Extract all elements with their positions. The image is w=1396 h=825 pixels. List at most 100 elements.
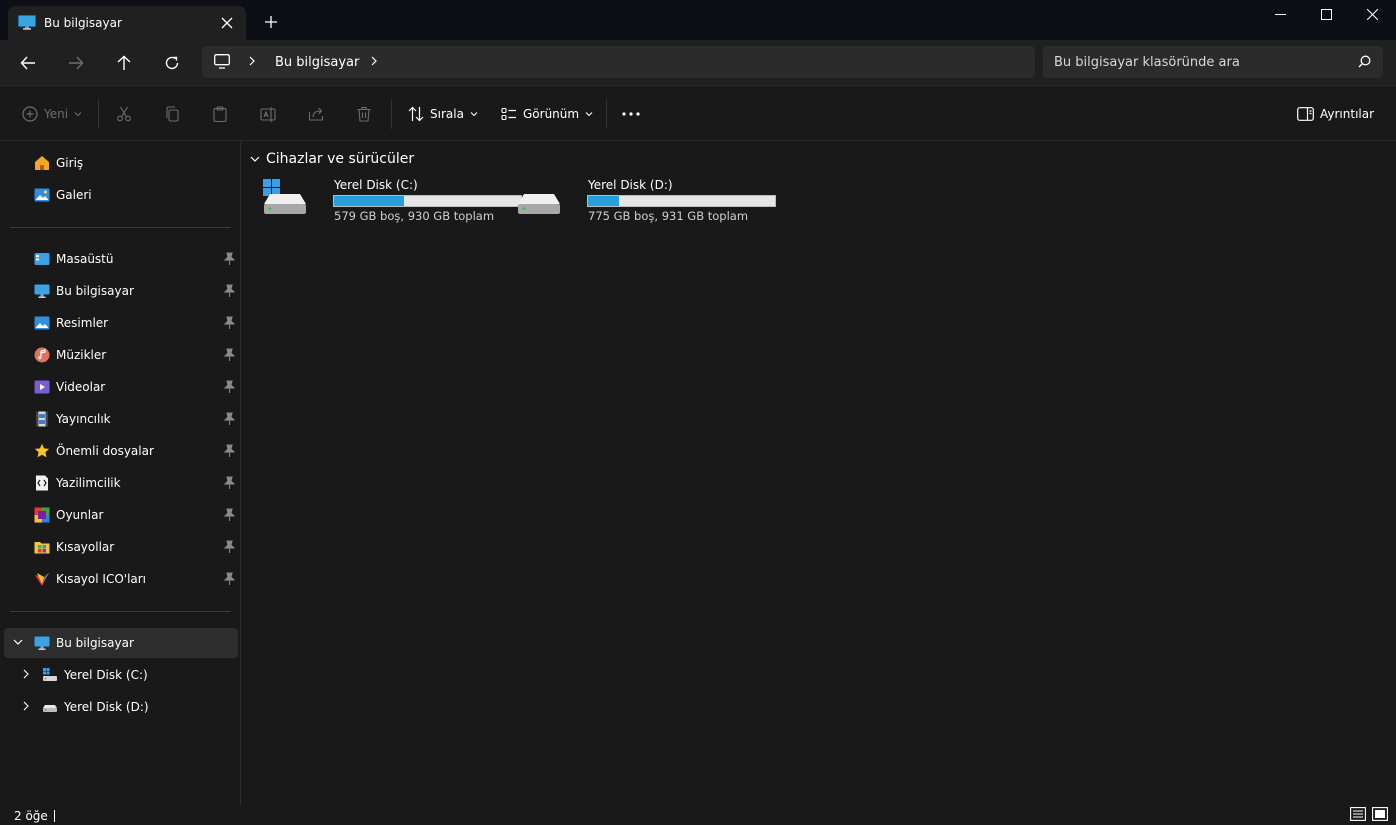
sidebar-item-label: Videolar: [56, 380, 106, 394]
sidebar-item-games[interactable]: Oyunlar: [4, 500, 238, 530]
shortcuts-folder-icon: [34, 539, 50, 555]
sidebar-item-label: Oyunlar: [56, 508, 104, 522]
forward-icon[interactable]: [60, 49, 92, 77]
drive-info: 775 GB boş, 931 GB toplam: [588, 209, 749, 223]
pin-icon[interactable]: [222, 412, 236, 426]
more-options-button[interactable]: [622, 101, 640, 127]
windows-drive-icon: [42, 667, 58, 683]
sidebar-item-this-pc-tree[interactable]: Bu bilgisayar: [4, 628, 238, 658]
large-icons-view-icon[interactable]: [1372, 807, 1390, 823]
sort-button[interactable]: Sırala: [408, 101, 478, 127]
command-bar: Yeni Sırala Görünüm Ayrıntılar: [0, 87, 1396, 141]
chevron-right-icon[interactable]: [20, 700, 34, 714]
chevron-right-icon[interactable]: [370, 55, 378, 70]
paste-icon: [213, 106, 227, 122]
sidebar-item-label: Yayıncılık: [56, 412, 111, 426]
pin-icon[interactable]: [222, 284, 236, 298]
sidebar-item-shortcuts[interactable]: Kısayollar: [4, 532, 238, 562]
sidebar-item-drive-c[interactable]: Yerel Disk (C:): [4, 660, 238, 690]
pin-icon[interactable]: [222, 380, 236, 394]
sidebar-item-music[interactable]: Müzikler: [4, 340, 238, 370]
chevron-right-icon[interactable]: [20, 668, 34, 682]
pin-icon[interactable]: [222, 572, 236, 586]
sidebar-item-drive-d[interactable]: Yerel Disk (D:): [4, 692, 238, 722]
details-pane-icon: [1297, 107, 1314, 121]
drive-tile-d[interactable]: Yerel Disk (D:) 775 GB boş, 931 GB topla…: [516, 176, 776, 226]
sidebar-item-label: Masaüstü: [56, 252, 114, 266]
sidebar-item-broadcasting[interactable]: Yayıncılık: [4, 404, 238, 434]
maximize-icon[interactable]: [1303, 0, 1349, 28]
sidebar-item-important-files[interactable]: Önemli dosyalar: [4, 436, 238, 466]
pin-icon[interactable]: [222, 252, 236, 266]
pin-icon[interactable]: [222, 444, 236, 458]
drive-tile-c[interactable]: Yerel Disk (C:) 579 GB boş, 930 GB topla…: [262, 176, 522, 226]
refresh-icon[interactable]: [156, 49, 188, 77]
sidebar-item-shortcut-icos[interactable]: Kısayol ICO'ları: [4, 564, 238, 594]
sidebar-divider: [10, 611, 231, 612]
breadcrumb-segment[interactable]: Bu bilgisayar: [275, 55, 359, 70]
drive-name: Yerel Disk (D:): [588, 178, 673, 192]
copy-button[interactable]: [164, 101, 180, 127]
sidebar-item-label: Galeri: [56, 188, 92, 202]
sidebar-item-label: Müzikler: [56, 348, 107, 362]
new-button[interactable]: Yeni: [22, 101, 82, 127]
sidebar-item-label: Kısayollar: [56, 540, 115, 554]
monitor-icon: [18, 15, 36, 30]
cut-button[interactable]: [116, 101, 132, 127]
view-button[interactable]: Görünüm: [501, 101, 593, 127]
sidebar-item-label: Bu bilgisayar: [56, 284, 134, 298]
sidebar-item-home[interactable]: Giriş: [4, 148, 238, 178]
address-bar[interactable]: Bu bilgisayar: [202, 46, 1035, 78]
details-view-icon[interactable]: [1350, 807, 1368, 823]
details-pane-button[interactable]: Ayrıntılar: [1297, 101, 1374, 127]
sidebar-item-this-pc[interactable]: Bu bilgisayar: [4, 276, 238, 306]
navigation-bar: Bu bilgisayar Bu bilgisayar klasöründe a…: [0, 40, 1396, 86]
group-header[interactable]: Cihazlar ve sürücüler: [250, 151, 414, 167]
close-icon[interactable]: [216, 12, 238, 34]
rename-icon: [260, 107, 276, 122]
minimize-icon[interactable]: [1257, 0, 1303, 28]
sidebar-item-label: Bu bilgisayar: [56, 636, 134, 650]
drive-info: 579 GB boş, 930 GB toplam: [334, 209, 495, 223]
plus-icon[interactable]: [259, 11, 283, 33]
new-label: Yeni: [44, 107, 69, 121]
pin-icon[interactable]: [222, 540, 236, 554]
copy-icon: [166, 106, 179, 122]
music-icon: [34, 347, 50, 363]
paste-button[interactable]: [212, 101, 228, 127]
sidebar-item-gallery[interactable]: Galeri: [4, 180, 238, 210]
pin-icon[interactable]: [222, 348, 236, 362]
pin-icon[interactable]: [222, 476, 236, 490]
plus-circle-icon: [22, 106, 38, 122]
details-label: Ayrıntılar: [1320, 107, 1375, 121]
drive-usage-bar: [587, 195, 776, 207]
monitor-icon: [34, 635, 50, 651]
chevron-right-icon[interactable]: [248, 55, 256, 70]
tab-bu-bilgisayar[interactable]: Bu bilgisayar: [8, 6, 246, 40]
star-icon: [34, 443, 50, 459]
chevron-down-icon[interactable]: [12, 636, 26, 650]
pictures-icon: [34, 315, 50, 331]
share-button[interactable]: [308, 101, 324, 127]
search-input[interactable]: Bu bilgisayar klasöründe ara: [1043, 46, 1383, 78]
rename-button[interactable]: [260, 101, 276, 127]
pin-icon[interactable]: [222, 508, 236, 522]
monitor-icon: [34, 283, 50, 299]
sidebar-item-videos[interactable]: Videolar: [4, 372, 238, 402]
sidebar-item-label: Yerel Disk (C:): [64, 668, 148, 682]
delete-button[interactable]: [356, 101, 372, 127]
sidebar-item-software[interactable]: Yazilimcilik: [4, 468, 238, 498]
chevron-down-icon: [585, 112, 593, 117]
up-icon[interactable]: [108, 49, 140, 77]
drive-name: Yerel Disk (C:): [334, 178, 418, 192]
back-icon[interactable]: [12, 49, 44, 77]
sidebar-item-desktop[interactable]: Masaüstü: [4, 244, 238, 274]
pin-icon[interactable]: [222, 316, 236, 330]
close-window-icon[interactable]: [1349, 0, 1395, 28]
desktop-icon: [34, 251, 50, 267]
share-icon: [308, 107, 324, 121]
sidebar-item-label: Giriş: [56, 156, 84, 170]
sort-label: Sırala: [430, 107, 464, 121]
chevron-down-icon: [470, 112, 478, 117]
sidebar-item-pictures[interactable]: Resimler: [4, 308, 238, 338]
